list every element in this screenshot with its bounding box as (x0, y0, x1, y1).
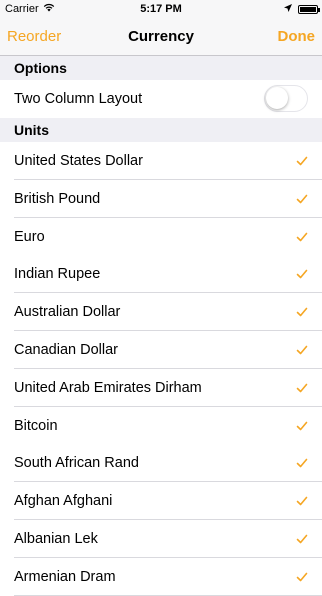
checkmark-icon (296, 532, 308, 544)
unit-row[interactable]: Euro (0, 218, 322, 256)
checkmark-icon (296, 494, 308, 506)
unit-row[interactable]: Albanian Lek (0, 520, 322, 558)
checkmark-icon (296, 305, 308, 317)
checkmark-icon (296, 154, 308, 166)
unit-row[interactable]: Canadian Dollar (0, 331, 322, 369)
checkmark-icon (296, 381, 308, 393)
checkmark-icon (296, 192, 308, 204)
unit-row[interactable]: United Arab Emirates Dirham (0, 369, 322, 407)
unit-row[interactable]: Australian Dollar (0, 293, 322, 331)
status-bar: Carrier 5:17 PM (0, 0, 322, 20)
unit-label: Armenian Dram (14, 569, 116, 585)
checkmark-icon (296, 267, 308, 279)
checkmark-icon (296, 456, 308, 468)
unit-label: United States Dollar (14, 153, 143, 169)
status-right (284, 3, 320, 15)
toggle-knob (266, 87, 288, 109)
unit-label: Afghan Afghani (14, 493, 113, 509)
page-title: Currency (128, 28, 194, 45)
unit-label: South African Rand (14, 455, 139, 471)
unit-row[interactable]: British Pound (0, 180, 322, 218)
unit-row[interactable]: Indian Rupee (0, 255, 322, 293)
unit-row[interactable]: Afghan Afghani (0, 482, 322, 520)
two-column-layout-row: Two Column Layout (0, 80, 322, 118)
unit-label: United Arab Emirates Dirham (14, 380, 202, 396)
unit-row[interactable]: United States Dollar (0, 142, 322, 180)
unit-row[interactable]: Armenian Dram (0, 558, 322, 596)
unit-row[interactable]: South African Rand (0, 444, 322, 482)
two-column-layout-label: Two Column Layout (14, 91, 143, 107)
checkmark-icon (296, 230, 308, 242)
navigation-bar: Reorder Currency Done (0, 20, 322, 56)
unit-label: Euro (14, 229, 45, 245)
status-time: 5:17 PM (140, 3, 182, 15)
location-arrow-icon (284, 3, 292, 15)
unit-label: Canadian Dollar (14, 342, 118, 358)
unit-label: Australian Dollar (14, 304, 121, 320)
section-header-options: Options (0, 56, 322, 80)
checkmark-icon (296, 343, 308, 355)
checkmark-icon (296, 419, 308, 431)
done-button[interactable]: Done (278, 28, 316, 45)
section-header-units: Units (0, 118, 322, 142)
unit-row[interactable]: Bitcoin (0, 407, 322, 445)
two-column-layout-toggle[interactable] (264, 85, 308, 112)
unit-label: British Pound (14, 191, 101, 207)
unit-label: Albanian Lek (14, 531, 98, 547)
battery-icon (298, 4, 320, 14)
unit-label: Bitcoin (14, 418, 58, 434)
unit-label: Indian Rupee (14, 266, 101, 282)
